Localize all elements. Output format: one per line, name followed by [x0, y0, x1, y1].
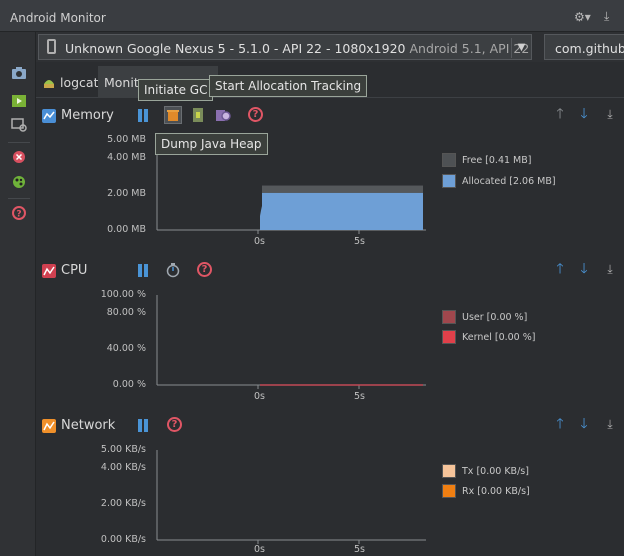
memory-snapshot-icon[interactable]: ⤓	[602, 106, 618, 122]
memory-free-area	[262, 185, 423, 193]
start-allocation-tooltip: Start Allocation Tracking	[209, 75, 368, 97]
screenshot-icon[interactable]	[11, 66, 27, 80]
svg-text:?: ?	[16, 210, 21, 220]
hide-window-icon[interactable]: ⤓	[604, 9, 609, 24]
cpu-header: CPU ? 🡑 🡓 ⤓	[36, 260, 624, 282]
allocation-tracking-icon[interactable]	[214, 106, 232, 124]
gear-icon[interactable]: ⚙▾	[574, 10, 591, 24]
cpu-pause-icon[interactable]	[137, 264, 149, 277]
network-header: Network ? 🡑 🡓 ⤓	[36, 415, 624, 437]
method-trace-icon[interactable]	[164, 261, 182, 279]
cpu-chart: 100.00 % 80.00 % 40.00 % 0.00 % 0s 5s Us…	[36, 285, 624, 402]
android-icon	[42, 74, 56, 90]
initiate-gc-tooltip: Initiate GC	[138, 79, 214, 101]
memory-xtick: 0s	[254, 236, 265, 247]
cpu-ytick: 100.00 %	[100, 289, 146, 300]
left-toolbar: ?	[0, 32, 36, 556]
memory-ytick: 0.00 MB	[107, 224, 146, 235]
screen-record-icon[interactable]	[11, 94, 27, 108]
memory-ytick: 2.00 MB	[107, 188, 146, 199]
device-selector-bar: Unknown Google Nexus 5 - 5.1.0 - API 22 …	[36, 32, 624, 62]
cpu-move-down-icon[interactable]: 🡓	[576, 261, 592, 277]
device-name: Unknown Google Nexus 5 - 5.1.0 - API 22 …	[65, 41, 406, 56]
network-ytick: 0.00 KB/s	[100, 534, 146, 545]
network-ytick: 2.00 KB/s	[100, 498, 146, 509]
network-pause-icon[interactable]	[137, 419, 149, 432]
initiate-gc-icon[interactable]	[164, 106, 182, 124]
app-process-dropdown[interactable]: com.github	[544, 34, 624, 60]
memory-ytick: 4.00 MB	[107, 152, 146, 163]
network-move-up-icon[interactable]: 🡑	[552, 416, 568, 432]
memory-chart: 5.00 MB 4.00 MB 2.00 MB 0.00 MB 0s 5s Fr…	[36, 130, 624, 247]
network-xtick: 0s	[254, 544, 265, 555]
cpu-ytick: 40.00 %	[106, 343, 146, 354]
cpu-move-up-icon[interactable]: 🡑	[552, 261, 568, 277]
network-move-down-icon[interactable]: 🡓	[576, 416, 592, 432]
tab-logcat[interactable]: logcat	[36, 66, 99, 98]
dump-java-heap-icon[interactable]	[189, 106, 207, 124]
memory-ytick: 5.00 MB	[107, 134, 146, 145]
network-legend-tx: Tx [0.00 KB/s]	[442, 464, 529, 478]
phone-icon	[47, 39, 56, 54]
memory-move-down-icon[interactable]: 🡓	[576, 106, 592, 122]
memory-move-up-icon[interactable]: 🡑	[552, 106, 568, 122]
cpu-ytick: 0.00 %	[112, 379, 146, 390]
help-icon[interactable]: ?	[11, 206, 27, 220]
cpu-chart-icon	[42, 264, 56, 278]
cpu-xtick: 5s	[354, 391, 365, 402]
cpu-snapshot-icon[interactable]: ⤓	[602, 261, 618, 277]
memory-legend-free: Free [0.41 MB]	[442, 153, 531, 167]
layout-inspector-icon[interactable]	[11, 175, 27, 189]
tab-logcat-label: logcat	[60, 74, 99, 90]
device-dropdown[interactable]: Unknown Google Nexus 5 - 5.1.0 - API 22 …	[38, 34, 532, 60]
cpu-ytick: 80.00 %	[106, 307, 146, 318]
network-xtick: 5s	[354, 544, 365, 555]
network-snapshot-icon[interactable]: ⤓	[602, 416, 618, 432]
memory-help-icon[interactable]: ?	[248, 107, 263, 122]
app-process-name: com.github	[555, 41, 624, 56]
memory-pause-icon[interactable]	[137, 109, 149, 122]
memory-xtick: 5s	[354, 236, 365, 247]
terminate-app-icon[interactable]	[11, 150, 27, 164]
dump-java-heap-tooltip: Dump Java Heap	[155, 133, 268, 155]
network-help-icon[interactable]: ?	[167, 417, 182, 432]
tool-window-titlebar: Android Monitor ⚙▾ ⤓	[0, 0, 624, 32]
memory-title: Memory	[61, 108, 114, 123]
memory-legend-allocated: Allocated [2.06 MB]	[442, 174, 556, 188]
network-chart: 5.00 KB/s 4.00 KB/s 2.00 KB/s 0.00 KB/s …	[36, 440, 624, 556]
cpu-legend-user: User [0.00 %]	[442, 310, 527, 324]
cpu-xtick: 0s	[254, 391, 265, 402]
network-chart-icon	[42, 419, 56, 433]
memory-header: Memory ? 🡑 🡓 ⤓	[36, 105, 624, 127]
cpu-legend-kernel: Kernel [0.00 %]	[442, 330, 535, 344]
system-info-icon[interactable]	[11, 118, 27, 132]
memory-allocated-area	[262, 192, 423, 230]
chevron-down-icon[interactable]: ▼	[511, 38, 531, 58]
memory-chart-icon	[42, 109, 56, 123]
cpu-title: CPU	[61, 263, 88, 278]
cpu-help-icon[interactable]: ?	[197, 262, 212, 277]
network-title: Network	[61, 418, 116, 433]
network-ytick: 5.00 KB/s	[100, 444, 146, 455]
window-title: Android Monitor	[10, 11, 106, 25]
network-legend-rx: Rx [0.00 KB/s]	[442, 484, 530, 498]
network-ytick: 4.00 KB/s	[100, 462, 146, 473]
